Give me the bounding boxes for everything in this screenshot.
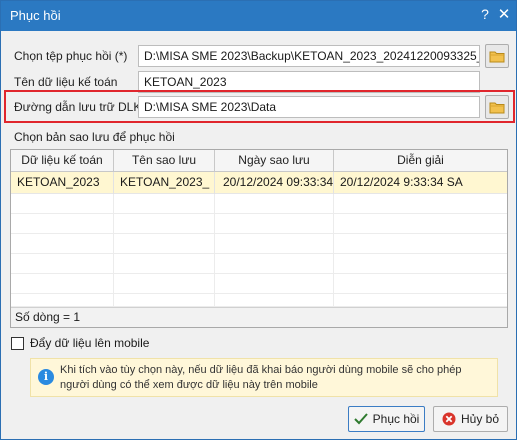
window-title: Phục hồi — [10, 8, 61, 23]
cell-data: KETOAN_2023 — [11, 172, 114, 194]
close-icon[interactable]: ✕ — [496, 5, 512, 25]
column-header-backup-name[interactable]: Tên sao lưu — [114, 150, 215, 172]
restore-dialog: Phục hồi ? ✕ Chọn tệp phục hồi (*) D:\MI… — [0, 0, 517, 440]
table-row[interactable]: KETOAN_2023 KETOAN_2023_ 20/12/2024 09:3… — [11, 172, 507, 194]
restore-button[interactable]: Phục hồi — [348, 406, 425, 432]
data-name-label: Tên dữ liệu kế toán — [14, 75, 118, 89]
info-text: Khi tích vào tùy chọn này, nếu dữ liệu đ… — [60, 364, 462, 391]
grid-header: Dữ liệu kế toán Tên sao lưu Ngày sao lưu… — [11, 150, 507, 172]
backup-file-label: Chọn tệp phục hồi (*) — [14, 49, 128, 63]
title-bar: Phục hồi ? ✕ — [1, 1, 516, 31]
browse-storage-path-button[interactable] — [485, 95, 509, 119]
cell-backup-date: 20/12/2024 09:33:34 — [215, 172, 334, 194]
empty-row — [11, 254, 507, 274]
storage-path-label: Đường dẫn lưu trữ DLKT — [14, 100, 149, 114]
cell-backup-name: KETOAN_2023_ — [114, 172, 215, 194]
push-mobile-checkbox[interactable] — [11, 337, 24, 350]
browse-backup-file-button[interactable] — [485, 44, 509, 68]
column-header-description[interactable]: Diễn giải — [334, 150, 507, 172]
info-icon: i — [38, 369, 54, 385]
empty-row — [11, 294, 507, 307]
folder-icon — [489, 51, 505, 63]
folder-icon — [489, 102, 505, 114]
cancel-button[interactable]: Hủy bỏ — [433, 406, 508, 432]
column-header-backup-date[interactable]: Ngày sao lưu — [215, 150, 334, 172]
check-icon — [353, 413, 368, 425]
info-note: i Khi tích vào tùy chọn này, nếu dữ liệu… — [30, 358, 498, 397]
cell-description: 20/12/2024 9:33:34 SA — [340, 175, 463, 189]
empty-row — [11, 234, 507, 254]
restore-button-label: Phục hồi — [372, 412, 420, 426]
empty-row — [11, 194, 507, 214]
empty-row — [11, 214, 507, 234]
backup-grid: Dữ liệu kế toán Tên sao lưu Ngày sao lưu… — [10, 149, 508, 328]
cancel-button-label: Hủy bỏ — [460, 412, 500, 426]
help-icon[interactable]: ? — [477, 6, 493, 24]
backup-file-field[interactable]: D:\MISA SME 2023\Backup\KETOAN_2023_2024… — [138, 45, 480, 67]
push-mobile-label[interactable]: Đẩy dữ liệu lên mobile — [30, 336, 149, 350]
storage-path-field[interactable]: D:\MISA SME 2023\Data — [138, 96, 480, 118]
backup-list-label: Chọn bản sao lưu để phục hồi — [14, 130, 175, 144]
cancel-icon — [442, 412, 456, 426]
row-count-footer: Số dòng = 1 — [11, 307, 507, 327]
empty-row — [11, 274, 507, 294]
column-header-data[interactable]: Dữ liệu kế toán — [11, 150, 114, 172]
